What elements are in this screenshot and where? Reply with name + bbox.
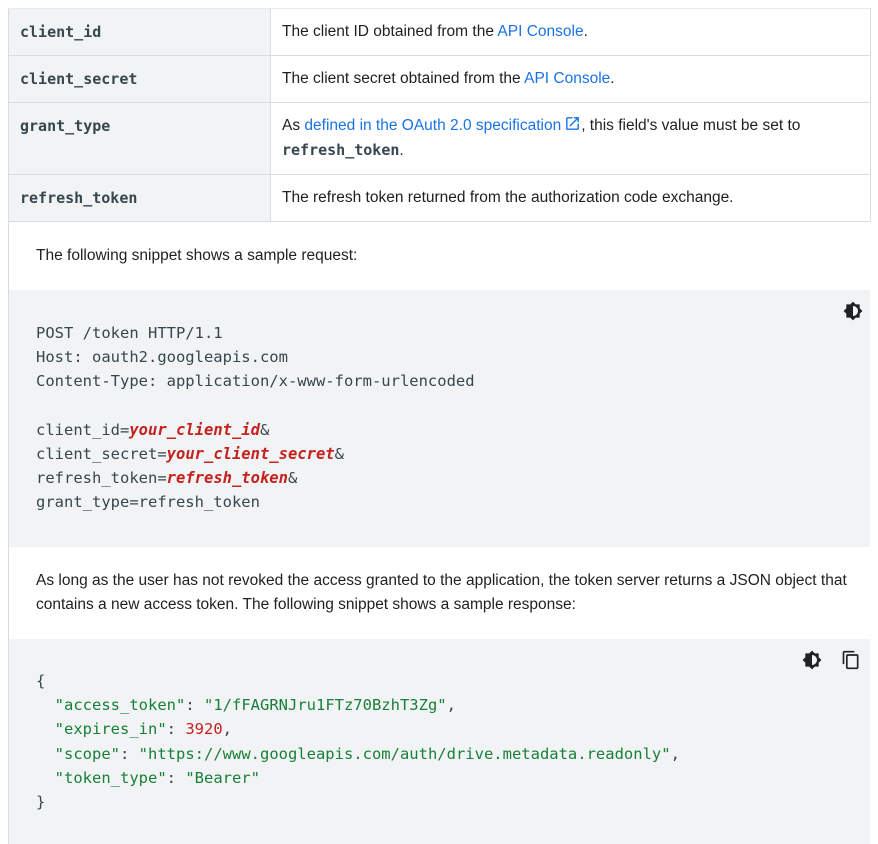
json-string: "https://www.googleapis.com/auth/drive.m…: [138, 744, 671, 763]
code-line: POST /token HTTP/1.1: [36, 324, 223, 342]
json-string: "Bearer": [185, 768, 260, 787]
param-name: refresh_token: [8, 174, 271, 222]
json-number: 3920: [185, 720, 223, 739]
param-name: grant_type: [8, 102, 271, 175]
code-key: client_secret=: [36, 445, 167, 464]
code-key: refresh_token=: [36, 469, 167, 488]
inline-code: refresh_token: [282, 141, 400, 159]
oauth-spec-link[interactable]: defined in the OAuth 2.0 specification: [304, 117, 581, 134]
json-key: "scope": [54, 744, 120, 763]
response-code-block[interactable]: { "access_token": "1/fFAGRNJru1FTz70BzhT…: [9, 639, 870, 844]
description-text: , this field's value must be set to: [581, 117, 801, 134]
json-string: "1/fFAGRNJru1FTz70BzhT3Zg": [204, 696, 447, 715]
description-text: The client secret obtained from the: [282, 70, 525, 87]
code-placeholder: your_client_id: [129, 420, 260, 439]
dark-mode-icon[interactable]: [802, 650, 822, 670]
param-description: The client ID obtained from the API Cons…: [270, 8, 871, 56]
api-console-link[interactable]: API Console: [524, 70, 610, 87]
code-line: Content-Type: application/x-www-form-url…: [36, 372, 475, 391]
table-row: client_secret The client secret obtained…: [8, 55, 871, 103]
code-placeholder: your_client_secret: [166, 445, 335, 464]
param-description: The client secret obtained from the API …: [270, 55, 871, 103]
code-line: Host: oauth2.googleapis.com: [36, 348, 288, 367]
param-name: client_secret: [8, 55, 271, 103]
description-text: As: [282, 117, 305, 134]
doc-page: client_id The client ID obtained from th…: [8, 8, 871, 844]
dark-mode-icon[interactable]: [843, 301, 863, 321]
table-row: refresh_token The refresh token returned…: [8, 174, 871, 222]
code-text: {: [36, 672, 46, 690]
json-key: "expires_in": [54, 720, 167, 739]
code-text: &: [287, 469, 298, 488]
request-intro: The following snippet shows a sample req…: [36, 247, 358, 264]
description-text: .: [399, 142, 404, 159]
param-name: client_id: [8, 8, 271, 56]
table-row: grant_type As defined in the OAuth 2.0 s…: [8, 102, 871, 175]
code-placeholder: refresh_token: [166, 469, 288, 488]
code-text: &: [259, 420, 270, 439]
parameters-table: client_id The client ID obtained from th…: [8, 8, 871, 222]
description-text: .: [583, 23, 588, 40]
code-key: client_id=: [36, 420, 130, 439]
table-row: client_id The client ID obtained from th…: [8, 8, 871, 56]
code-lines: POST /token HTTP/1.1 Host: oauth2.google…: [36, 321, 475, 515]
code-lines: { "access_token": "1/fFAGRNJru1FTz70BzhT…: [36, 672, 680, 812]
request-code-block[interactable]: POST /token HTTP/1.1 Host: oauth2.google…: [9, 290, 870, 547]
copy-icon[interactable]: [841, 650, 861, 670]
param-description: As defined in the OAuth 2.0 specificatio…: [270, 102, 871, 175]
code-line: grant_type=refresh_token: [36, 493, 260, 512]
description-text: The client ID obtained from the: [282, 23, 498, 40]
code-text: }: [36, 793, 46, 812]
json-key: "access_token": [54, 696, 186, 715]
param-description: The refresh token returned from the auth…: [270, 174, 871, 222]
response-intro: As long as the user has not revoked the …: [36, 572, 847, 613]
api-console-link[interactable]: API Console: [497, 23, 583, 40]
oauth-spec-link-text: defined in the OAuth 2.0 specification: [304, 117, 562, 134]
json-key: "token_type": [54, 768, 167, 787]
description-text: .: [610, 70, 615, 87]
external-link-icon: [564, 115, 581, 139]
code-text: &: [334, 445, 344, 464]
content-body: The following snippet shows a sample req…: [8, 222, 870, 844]
